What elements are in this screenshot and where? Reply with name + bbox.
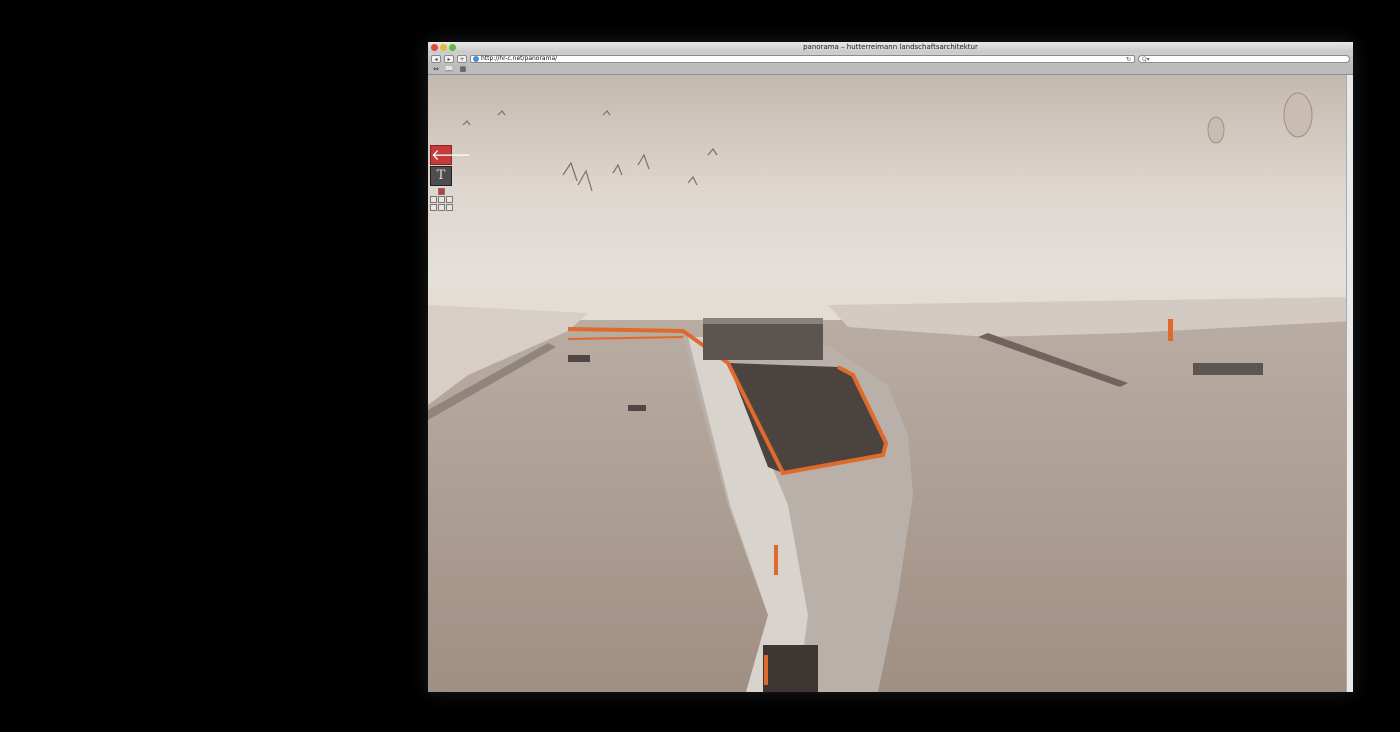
bookmarks-bar: ⇔ 📖 ▦ — [428, 64, 1353, 75]
vertical-scrollbar[interactable] — [1346, 75, 1353, 692]
tug-boat — [568, 355, 590, 362]
orange-marker — [1168, 319, 1173, 341]
reload-icon[interactable]: ↻ — [1126, 56, 1131, 63]
minimize-window-icon[interactable] — [440, 44, 447, 51]
browser-toolbar: ◂ ▸ + http://hr-c.net/panorama/ ↻ Q▾ — [428, 53, 1353, 64]
cargo-ship — [1193, 363, 1263, 375]
address-url: http://hr-c.net/panorama/ — [481, 55, 558, 62]
building-block — [703, 318, 823, 360]
grid-cell[interactable] — [438, 204, 445, 211]
view-selector-grid — [430, 188, 454, 211]
sky — [428, 75, 1353, 305]
globe-icon — [473, 55, 479, 62]
search-field[interactable]: Q▾ — [1138, 54, 1350, 63]
text-toggle-button[interactable]: T — [430, 166, 452, 186]
grid-cell[interactable] — [446, 204, 453, 211]
bookmark-item-grid-icon[interactable]: ▦ — [460, 65, 467, 73]
bookmark-item-link-icon[interactable]: ⇔ — [433, 65, 439, 73]
back-button[interactable]: ◂ — [431, 54, 441, 63]
add-bookmark-button[interactable]: + — [457, 54, 467, 63]
balloon — [1283, 92, 1313, 138]
grid-cell — [430, 188, 437, 195]
address-bar[interactable]: http://hr-c.net/panorama/ ↻ — [470, 54, 1135, 63]
grid-cell[interactable] — [430, 196, 437, 203]
window-title: panorama – hutterreimann landschaftsarch… — [803, 43, 978, 51]
small-boat — [628, 405, 646, 411]
forward-button[interactable]: ▸ — [444, 54, 454, 63]
close-window-icon[interactable] — [431, 44, 438, 51]
panorama-image — [428, 75, 1353, 692]
grid-cell[interactable] — [430, 204, 437, 211]
orange-marker — [764, 655, 768, 685]
panorama-viewport[interactable]: 🡐 T — [428, 75, 1353, 692]
tower — [763, 645, 818, 692]
title-bar: panorama – hutterreimann landschaftsarch… — [428, 42, 1353, 53]
maximize-window-icon[interactable] — [449, 44, 456, 51]
window-controls — [431, 44, 456, 51]
viewer-control-panel: 🡐 T — [430, 145, 471, 211]
back-arrow-button[interactable]: 🡐 — [430, 145, 471, 165]
grid-cell[interactable] — [438, 196, 445, 203]
balloon — [1207, 116, 1225, 144]
building-roof — [703, 318, 823, 324]
grid-cell[interactable] — [446, 196, 453, 203]
grid-cell-active[interactable] — [438, 188, 445, 195]
orange-marker — [774, 545, 778, 575]
bookmark-item-book-icon[interactable]: 📖 — [445, 65, 454, 73]
grid-cell — [446, 188, 453, 195]
browser-window: panorama – hutterreimann landschaftsarch… — [428, 42, 1353, 692]
